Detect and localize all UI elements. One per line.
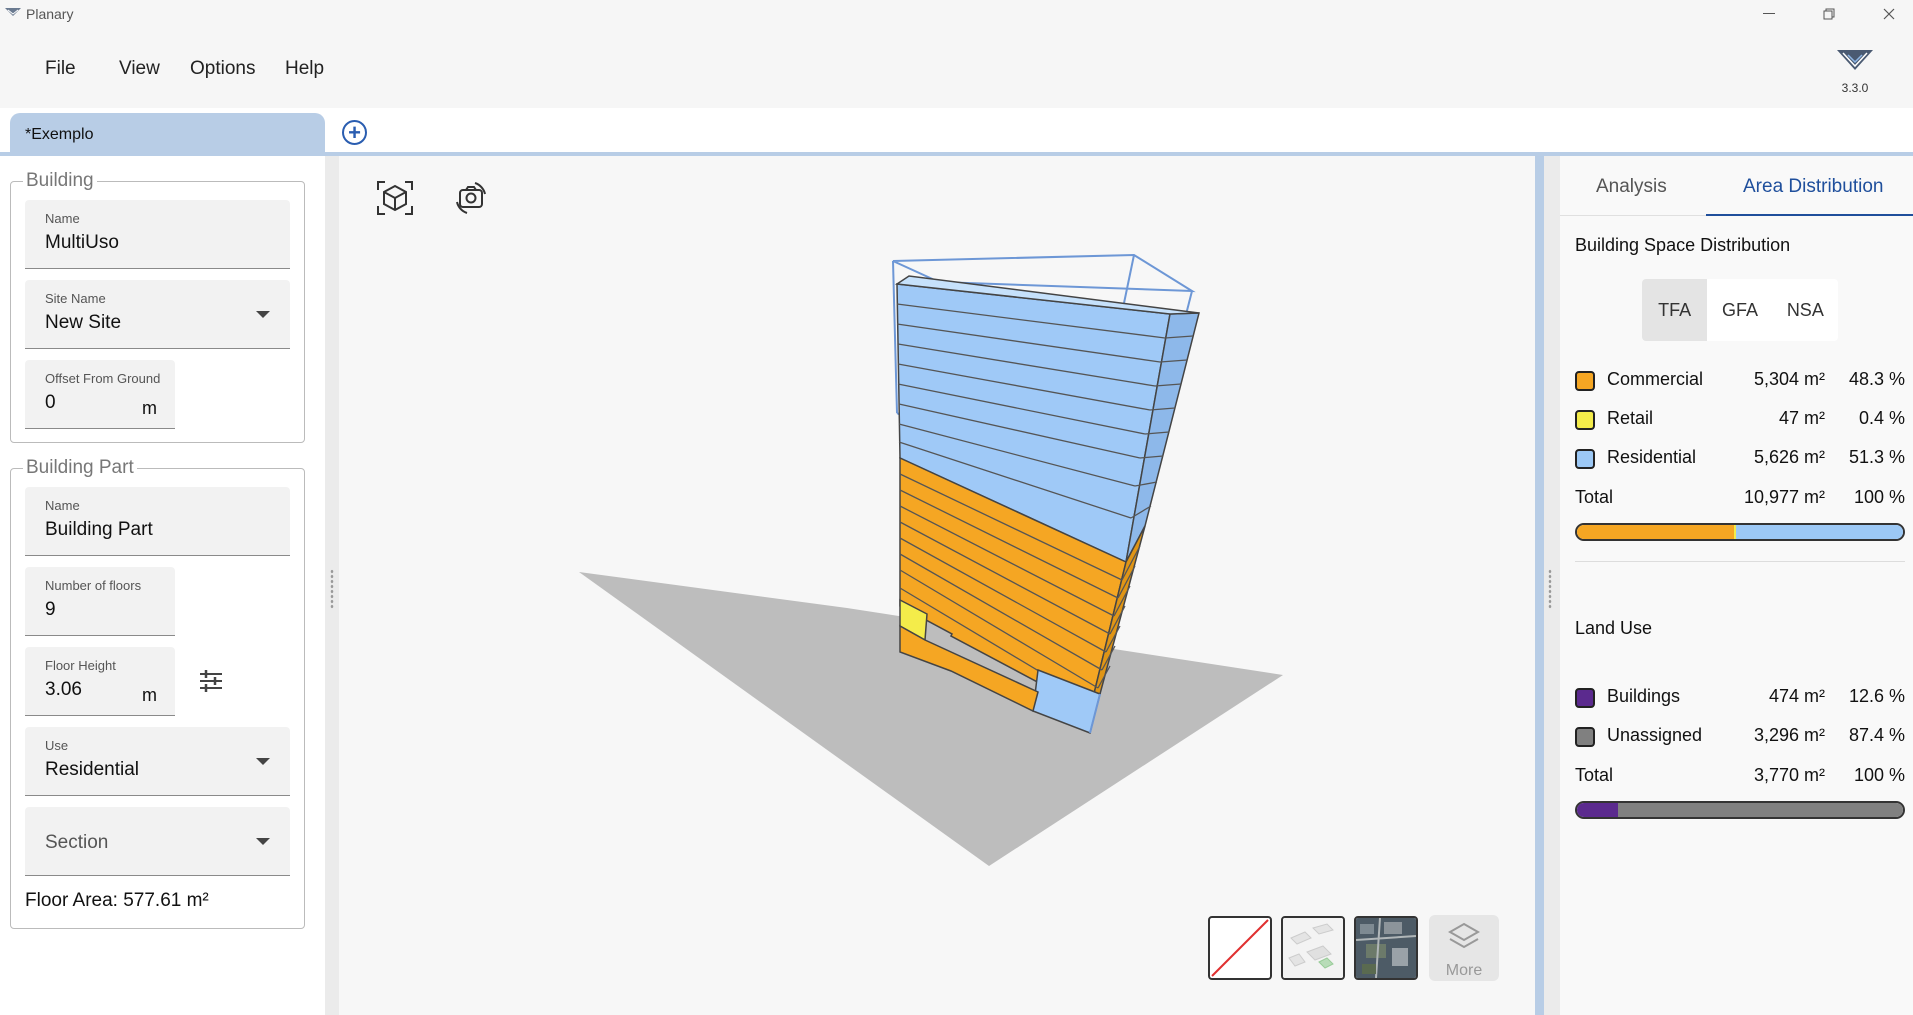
- chevron-down-icon: [256, 311, 270, 318]
- building-name-label: Name: [45, 211, 80, 226]
- menu-options[interactable]: Options: [190, 58, 255, 80]
- bar-segment-commercial: [1577, 525, 1735, 539]
- offset-label: Offset From Ground: [45, 371, 161, 386]
- offset-unit: m: [142, 398, 157, 418]
- basemap-satellite-thumbnail[interactable]: [1354, 916, 1418, 980]
- offset-ground-field[interactable]: Offset From Ground 0 m: [25, 360, 175, 429]
- floor-height-value: 3.06: [45, 679, 82, 700]
- app-title: Planary: [26, 6, 74, 22]
- menu-file[interactable]: File: [45, 58, 76, 80]
- bar-segment-buildings: [1577, 803, 1619, 817]
- building-part-group-title: Building Part: [26, 457, 134, 478]
- section-select[interactable]: Section: [25, 807, 290, 876]
- unassigned-swatch: [1575, 727, 1595, 747]
- legend-row-unassigned: Unassigned 3,296 m² 87.4 %: [1575, 725, 1905, 749]
- site-name-label: Site Name: [45, 291, 106, 306]
- land-use-title: Land Use: [1575, 618, 1653, 638]
- part-name-label: Name: [45, 498, 80, 513]
- commercial-swatch: [1575, 371, 1595, 391]
- space-total-row: Total 10,977 m² 100 %: [1575, 487, 1905, 507]
- building-name-field[interactable]: Name MultiUso: [25, 200, 290, 269]
- left-splitter-handle[interactable]: [325, 156, 339, 1015]
- offset-value: 0: [45, 392, 56, 413]
- tab-area-distribution[interactable]: Area Distribution: [1743, 176, 1883, 198]
- buildings-swatch: [1575, 688, 1595, 708]
- area-mode-toggle: TFA GFA NSA: [1642, 279, 1838, 341]
- land-total-row: Total 3,770 m² 100 %: [1575, 765, 1905, 785]
- menu-bar: File View Options Help 3.3.0: [0, 28, 1913, 108]
- floors-label: Number of floors: [45, 578, 142, 593]
- tab-exemplo[interactable]: *Exemplo: [10, 113, 325, 156]
- bar-segment-residential: [1735, 525, 1903, 539]
- chevron-down-icon: [256, 758, 270, 765]
- floor-height-label: Floor Height: [45, 658, 116, 673]
- add-tab-icon[interactable]: +: [342, 120, 367, 145]
- floor-height-field[interactable]: Floor Height 3.06 m: [25, 647, 175, 716]
- floors-field[interactable]: Number of floors 9: [25, 567, 175, 636]
- space-distribution-bar: [1575, 523, 1905, 541]
- mode-gfa[interactable]: GFA: [1707, 279, 1772, 341]
- app-logo-icon: [4, 6, 22, 25]
- version-badge: 3.3.0: [1825, 46, 1885, 95]
- site-name-select[interactable]: Site Name New Site: [25, 280, 290, 349]
- bar-segment-unassigned: [1618, 803, 1903, 817]
- site-name-value: New Site: [45, 312, 122, 333]
- more-basemaps-button[interactable]: More: [1429, 915, 1499, 981]
- 3d-viewport[interactable]: More: [339, 156, 1535, 1015]
- menu-help[interactable]: Help: [285, 58, 324, 80]
- chevron-down-icon: [256, 838, 270, 845]
- properties-panel: Building Name MultiUso Site Name New Sit…: [0, 156, 325, 1015]
- basemap-none-thumbnail[interactable]: [1208, 916, 1272, 980]
- title-bar: Planary: [0, 0, 1913, 28]
- analysis-panel: Analysis Area Distribution Building Spac…: [1560, 156, 1913, 1015]
- use-select[interactable]: Use Residential: [25, 727, 290, 796]
- restore-button[interactable]: [1806, 0, 1852, 28]
- planary-logo-icon: [1837, 50, 1873, 70]
- close-button[interactable]: [1866, 0, 1912, 28]
- section-placeholder: Section: [45, 832, 109, 853]
- legend-row-commercial: Commercial 5,304 m² 48.3 %: [1575, 369, 1905, 393]
- minimize-button[interactable]: [1746, 0, 1792, 28]
- mode-nsa[interactable]: NSA: [1773, 279, 1838, 341]
- version-label: 3.3.0: [1841, 81, 1869, 95]
- part-name-field[interactable]: Name Building Part: [25, 487, 290, 556]
- legend-row-residential: Residential 5,626 m² 51.3 %: [1575, 447, 1905, 471]
- part-name-value: Building Part: [45, 519, 153, 540]
- legend-row-buildings: Buildings 474 m² 12.6 %: [1575, 686, 1905, 710]
- document-tab-strip: *Exemplo +: [0, 108, 1913, 156]
- land-use-bar: [1575, 801, 1905, 819]
- right-splitter-handle[interactable]: [1535, 156, 1560, 1015]
- floor-height-settings-icon[interactable]: [198, 669, 224, 698]
- floor-height-unit: m: [142, 685, 157, 705]
- tab-analysis[interactable]: Analysis: [1596, 176, 1667, 198]
- legend-row-retail: Retail 47 m² 0.4 %: [1575, 408, 1905, 432]
- floor-area-text: Floor Area: 577.61 m²: [25, 890, 209, 911]
- use-value: Residential: [45, 759, 139, 780]
- building-group-title: Building: [26, 170, 94, 191]
- building-3d-model[interactable]: [339, 156, 1535, 1015]
- use-label: Use: [45, 738, 69, 753]
- mode-tfa[interactable]: TFA: [1642, 279, 1708, 341]
- retail-swatch: [1575, 410, 1595, 430]
- active-tab-indicator: [1706, 214, 1913, 216]
- more-label: More: [1445, 962, 1483, 979]
- menu-view[interactable]: View: [119, 58, 160, 80]
- layers-icon: [1447, 922, 1481, 949]
- space-distribution-title: Building Space Distribution: [1575, 235, 1791, 255]
- residential-swatch: [1575, 449, 1595, 469]
- floors-value: 9: [45, 599, 56, 620]
- basemap-buildings-thumbnail[interactable]: [1281, 916, 1345, 980]
- building-name-value: MultiUso: [45, 232, 119, 253]
